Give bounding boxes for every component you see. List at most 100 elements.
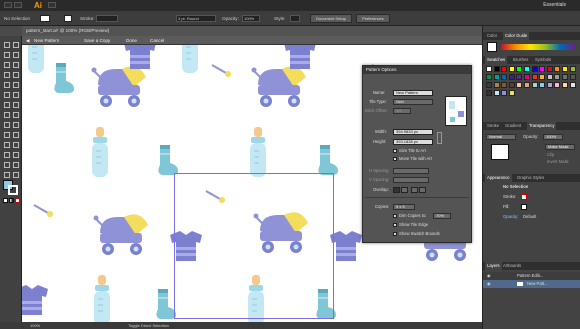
color-swatch[interactable] xyxy=(501,90,508,96)
back-arrow-icon[interactable]: ◀ xyxy=(26,36,30,45)
tab-color[interactable]: Color xyxy=(485,32,499,40)
tab-brushes[interactable]: Brushes xyxy=(511,56,530,64)
gradient-mode-icon[interactable] xyxy=(9,198,14,203)
color-swatch[interactable] xyxy=(486,74,492,80)
artboard-tool-icon[interactable] xyxy=(2,160,10,168)
appearance-stroke-row[interactable]: Stroke: xyxy=(503,194,516,200)
show-tile-edge-checkbox[interactable] xyxy=(393,223,397,227)
shape-builder-tool-icon[interactable] xyxy=(2,120,10,128)
dim-copies-select[interactable]: 70% xyxy=(433,213,451,219)
overlap-top-icon[interactable] xyxy=(411,187,418,193)
stroke-color-box[interactable] xyxy=(8,185,18,195)
color-swatch[interactable] xyxy=(486,66,492,72)
color-swatch[interactable] xyxy=(554,66,561,72)
appearance-fill-swatch[interactable] xyxy=(521,204,527,210)
color-swatch[interactable] xyxy=(531,82,538,88)
perspective-grid-tool-icon[interactable] xyxy=(11,120,19,128)
dim-copies-checkbox[interactable] xyxy=(393,214,397,218)
eye-icon[interactable]: ◉ xyxy=(487,281,491,287)
tab-layers[interactable]: Layers xyxy=(485,262,502,270)
color-swatch[interactable] xyxy=(524,66,530,72)
color-swatch[interactable] xyxy=(486,90,492,96)
color-swatch[interactable] xyxy=(539,74,546,80)
eye-icon[interactable]: ◉ xyxy=(487,273,491,279)
link-proportions-icon[interactable] xyxy=(437,132,442,144)
appearance-stroke-swatch[interactable] xyxy=(521,194,527,200)
stock-icon[interactable] xyxy=(14,2,22,8)
workspace-switcher[interactable]: Essentials xyxy=(543,0,566,11)
eyedropper-tool-icon[interactable] xyxy=(2,140,10,148)
color-swatch[interactable] xyxy=(546,74,553,80)
color-swatch[interactable] xyxy=(524,82,530,88)
color-swatch[interactable] xyxy=(562,74,568,80)
appearance-fill-row[interactable]: Fill: xyxy=(503,204,510,210)
layer-row[interactable]: ◉ Pattern Editi... xyxy=(483,272,580,280)
tab-appearance[interactable]: Appearance xyxy=(485,174,512,182)
stroke-weight-field[interactable] xyxy=(96,15,118,22)
document-tab[interactable]: pattern_start.ai* @ 100% (RGB/Preview) xyxy=(22,26,482,36)
width-field[interactable]: 394.9833 px xyxy=(393,129,433,135)
color-mode-icon[interactable] xyxy=(3,198,8,203)
hand-tool-icon[interactable] xyxy=(2,170,10,178)
color-swatch[interactable] xyxy=(501,66,508,72)
paintbrush-tool-icon[interactable] xyxy=(2,80,10,88)
slice-tool-icon[interactable] xyxy=(11,160,19,168)
magic-wand-tool-icon[interactable] xyxy=(2,50,10,58)
fill-swatch[interactable] xyxy=(40,15,50,22)
color-swatch[interactable] xyxy=(493,82,500,88)
rectangle-tool-icon[interactable] xyxy=(11,70,19,78)
free-transform-tool-icon[interactable] xyxy=(11,110,19,118)
tab-symbols[interactable]: Symbols xyxy=(533,56,553,64)
style-picker[interactable] xyxy=(290,15,300,22)
color-swatch[interactable] xyxy=(508,66,515,72)
direct-selection-tool-icon[interactable] xyxy=(11,40,19,48)
rotate-tool-icon[interactable] xyxy=(2,100,10,108)
tab-graphic-styles[interactable]: Graphic Styles xyxy=(515,174,546,182)
size-tile-checkbox[interactable] xyxy=(393,149,397,153)
brick-offset-select[interactable]: 1/2 xyxy=(393,108,411,114)
color-swatch[interactable] xyxy=(562,66,568,72)
pen-tool-icon[interactable] xyxy=(2,60,10,68)
bridge-icon[interactable] xyxy=(4,2,12,8)
tab-transparency[interactable]: Transparency xyxy=(527,122,557,130)
color-swatch[interactable] xyxy=(516,74,523,80)
tab-swatches[interactable]: Swatches xyxy=(485,56,508,64)
color-swatch[interactable] xyxy=(493,90,500,96)
cancel-button[interactable]: Cancel xyxy=(150,36,164,45)
arrange-documents-icon[interactable] xyxy=(48,2,56,8)
color-swatch[interactable] xyxy=(501,82,508,88)
scale-tool-icon[interactable] xyxy=(11,100,19,108)
done-button[interactable]: Done xyxy=(126,36,137,45)
panel-header[interactable]: Pattern Options xyxy=(363,66,471,74)
width-tool-icon[interactable] xyxy=(2,110,10,118)
save-copy-button[interactable]: Save a Copy xyxy=(84,36,110,45)
stroke-swatch[interactable] xyxy=(64,15,72,22)
color-swatch[interactable] xyxy=(531,74,538,80)
color-swatch[interactable] xyxy=(546,82,553,88)
color-swatch[interactable] xyxy=(508,82,515,88)
move-tile-checkbox[interactable] xyxy=(393,157,397,161)
mesh-tool-icon[interactable] xyxy=(2,130,10,138)
preferences-button[interactable]: Preferences xyxy=(356,14,390,23)
zoom-level[interactable]: 100% xyxy=(30,322,40,329)
color-swatch[interactable] xyxy=(508,74,515,80)
copies-select[interactable]: 5 x 5 xyxy=(393,204,415,210)
layer-row-selected[interactable]: ◉ New Patt... xyxy=(483,280,580,288)
transparency-opacity-field[interactable]: 100% xyxy=(543,134,563,140)
pattern-tile-boundary[interactable] xyxy=(174,173,334,319)
color-swatch[interactable] xyxy=(516,82,523,88)
color-swatch[interactable] xyxy=(546,66,553,72)
type-tool-icon[interactable] xyxy=(11,60,19,68)
color-swatch[interactable] xyxy=(531,66,538,72)
tab-color-guide[interactable]: Color Guide xyxy=(503,32,530,40)
height-field[interactable]: 393.1838 px xyxy=(393,139,433,145)
harmony-colors-strip[interactable] xyxy=(501,44,575,50)
color-guide-base-swatch[interactable] xyxy=(487,42,497,52)
tab-artboards[interactable]: Artboards xyxy=(501,262,523,270)
color-swatch[interactable] xyxy=(569,66,576,72)
color-swatch[interactable] xyxy=(554,82,561,88)
blob-brush-tool-icon[interactable] xyxy=(2,90,10,98)
zoom-tool-icon[interactable] xyxy=(11,170,19,178)
color-swatch[interactable] xyxy=(539,66,546,72)
color-swatch[interactable] xyxy=(539,82,546,88)
